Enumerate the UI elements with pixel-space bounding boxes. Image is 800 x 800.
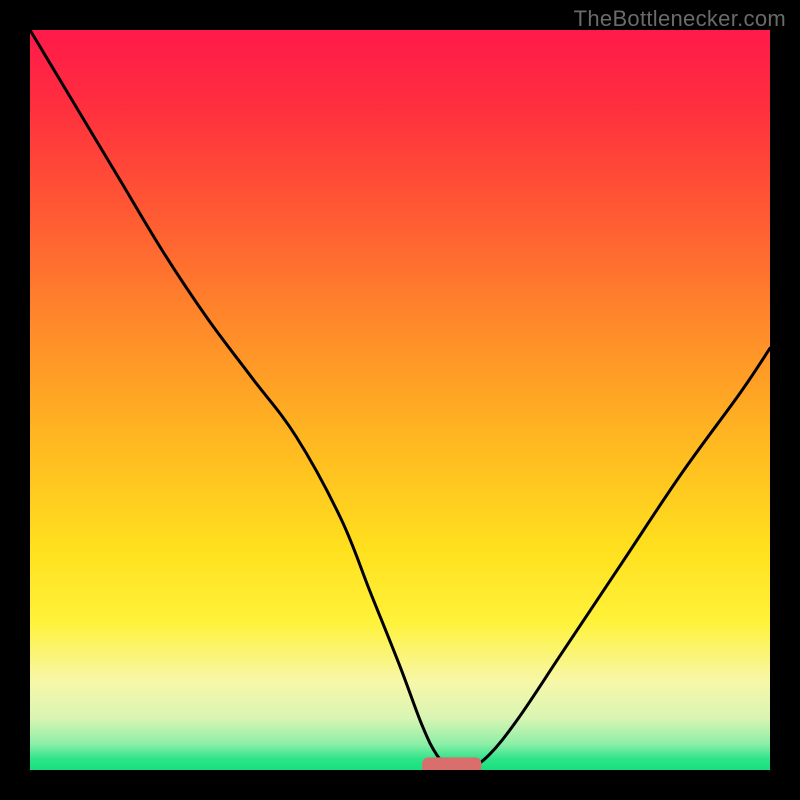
bottleneck-chart — [30, 30, 770, 770]
chart-frame: TheBottlenecker.com — [0, 0, 800, 800]
optimal-marker — [422, 757, 481, 770]
plot-area — [30, 30, 770, 770]
watermark-text: TheBottlenecker.com — [574, 6, 786, 32]
gradient-background — [30, 30, 770, 770]
